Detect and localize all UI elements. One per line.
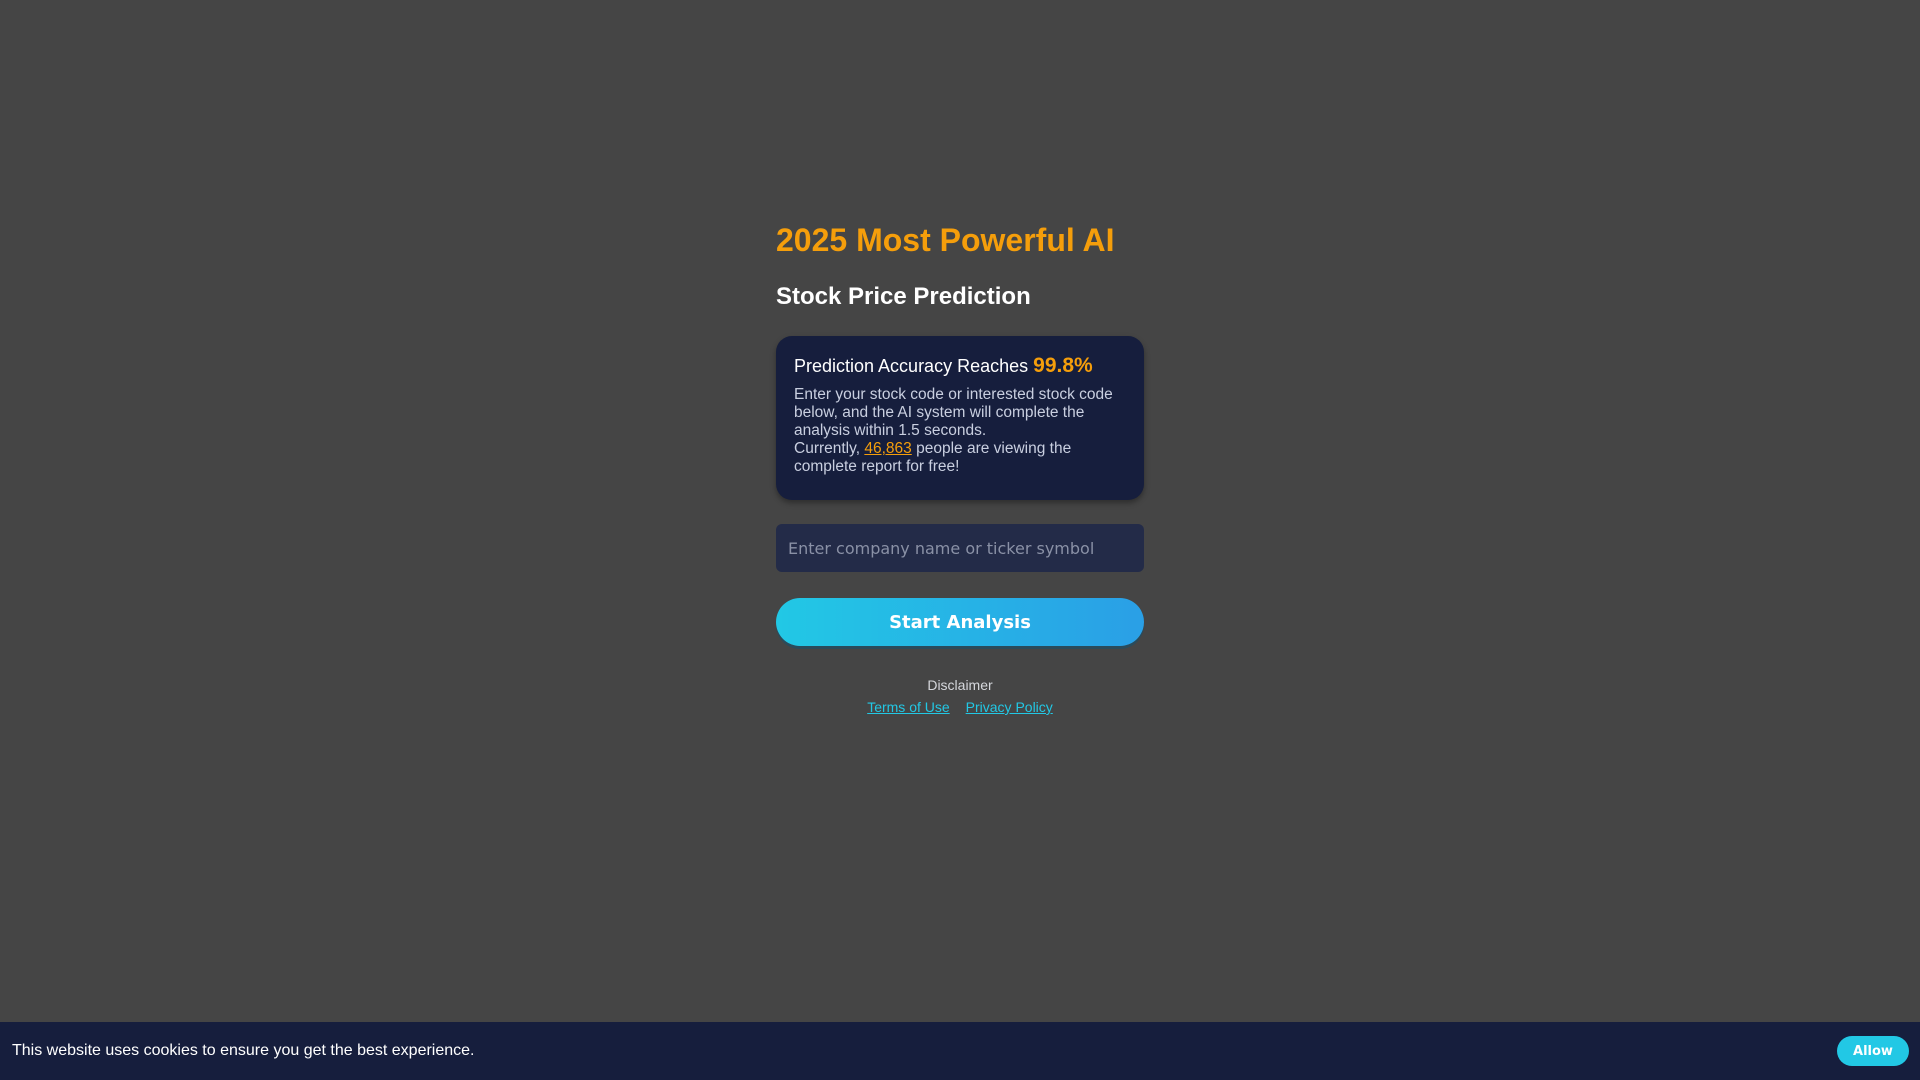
accuracy-value: 99.8% (1033, 354, 1093, 377)
card-description: Enter your stock code or interested stoc… (794, 386, 1126, 476)
cookie-banner: This website uses cookies to ensure you … (0, 1022, 1920, 1080)
legal-links: Terms of Use Privacy Policy (776, 698, 1144, 716)
card-title-prefix: Prediction Accuracy Reaches (794, 356, 1029, 376)
disclaimer-text: Disclaimer (927, 677, 993, 693)
subheadline: Stock Price Prediction (776, 283, 1031, 310)
card-description-text: Enter your stock code or interested stoc… (794, 386, 1113, 439)
cookie-message: This website uses cookies to ensure you … (12, 1042, 475, 1059)
start-analysis-button[interactable]: Start Analysis (776, 598, 1144, 646)
ticker-search-input[interactable] (776, 524, 1144, 572)
viewers-prefix: Currently, (794, 440, 861, 457)
privacy-policy-link[interactable]: Privacy Policy (966, 699, 1053, 715)
main-container: 2025 Most Powerful AI Stock Price Predic… (776, 220, 1144, 716)
allow-cookies-button[interactable]: Allow (1837, 1036, 1909, 1066)
headline: 2025 Most Powerful AI (776, 222, 1115, 258)
info-card: Prediction Accuracy Reaches 99.8% Enter … (776, 336, 1144, 500)
viewer-count: 46,863 (864, 440, 912, 457)
footer-links: Disclaimer Terms of Use Privacy Policy (776, 676, 1144, 716)
terms-of-use-link[interactable]: Terms of Use (867, 699, 949, 715)
card-title: Prediction Accuracy Reaches 99.8% (794, 354, 1126, 378)
